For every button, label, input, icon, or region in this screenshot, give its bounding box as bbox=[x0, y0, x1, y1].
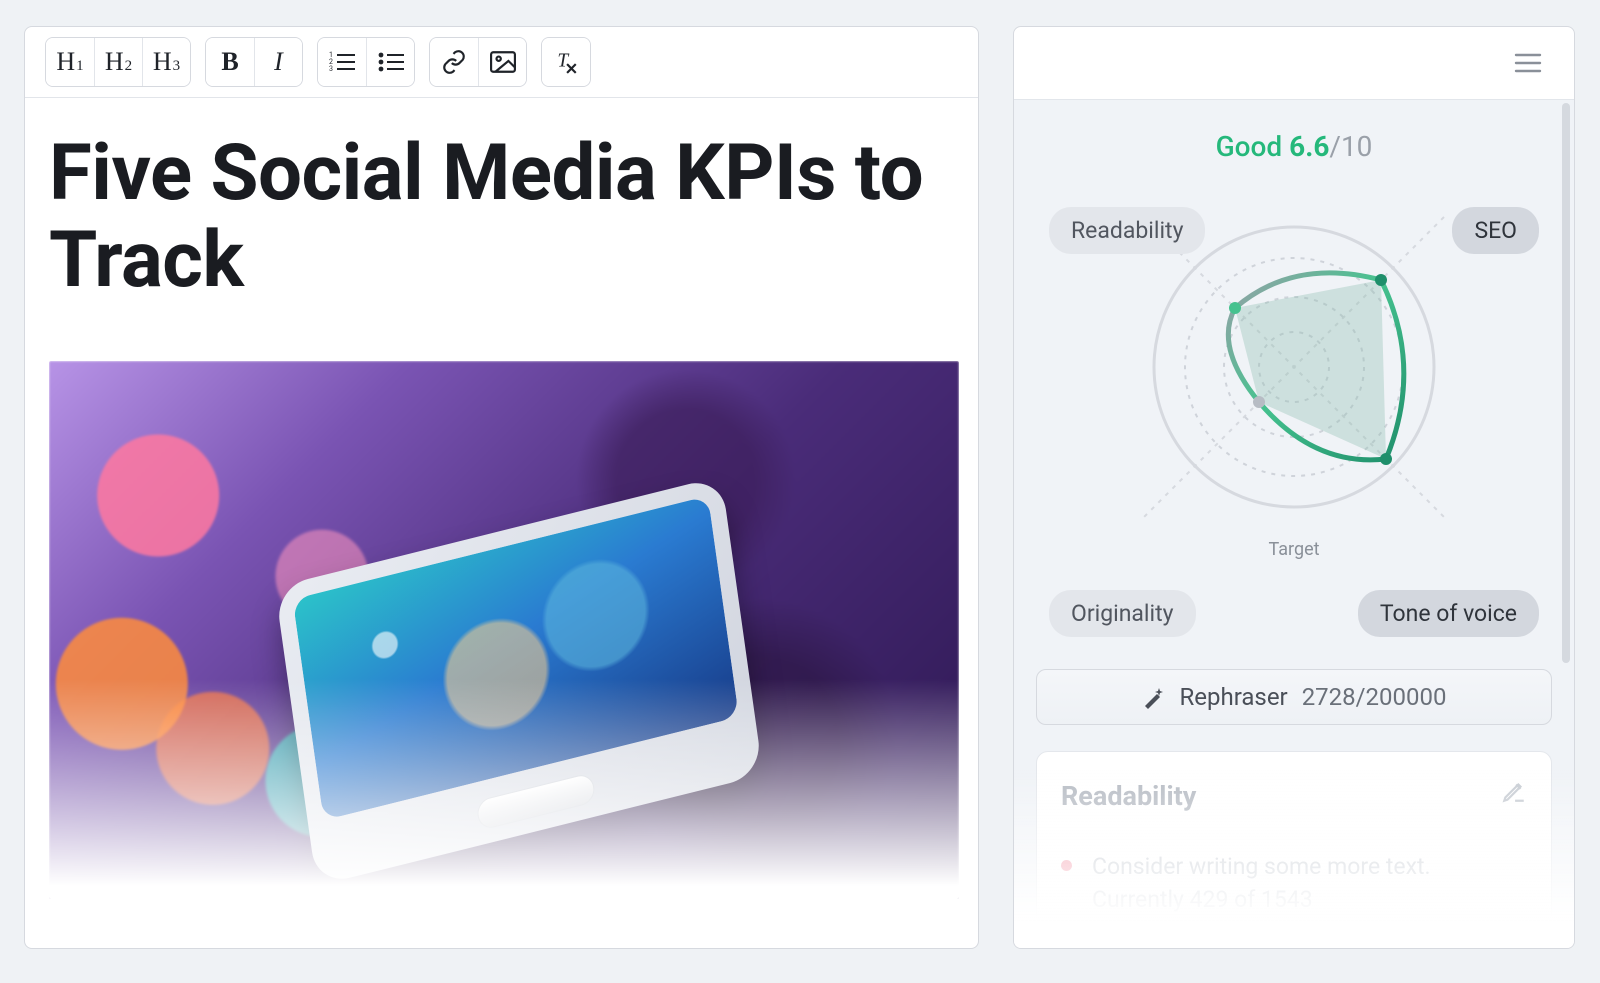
editor-toolbar: H1 H2 H3 B I 1 2 3 bbox=[25, 27, 978, 98]
rephraser-button[interactable]: Rephraser 2728/200000 bbox=[1036, 669, 1552, 725]
rephraser-label: Rephraser bbox=[1180, 683, 1288, 711]
svg-text:3: 3 bbox=[329, 65, 333, 73]
heading-2-button[interactable]: H2 bbox=[94, 38, 142, 86]
score-value: 6.6 bbox=[1289, 130, 1329, 163]
metric-originality-pill[interactable]: Originality bbox=[1049, 590, 1196, 637]
metric-tone-pill[interactable]: Tone of voice bbox=[1358, 590, 1539, 637]
link-icon bbox=[441, 49, 467, 75]
metric-seo-pill[interactable]: SEO bbox=[1452, 207, 1539, 254]
target-label: Target bbox=[1268, 539, 1319, 560]
card-title: Readability bbox=[1061, 780, 1527, 812]
bold-button[interactable]: B bbox=[206, 38, 254, 86]
ordered-list-icon: 1 2 3 bbox=[329, 51, 355, 73]
overall-score: Good 6.6/10 bbox=[1034, 130, 1554, 163]
heading-1-button[interactable]: H1 bbox=[46, 38, 94, 86]
sidebar-menu-button[interactable] bbox=[1508, 43, 1548, 83]
suggestion-text: Consider writing some more text. Current… bbox=[1092, 850, 1527, 917]
readability-card: Readability Consider writing some more t… bbox=[1036, 751, 1552, 948]
unordered-list-button[interactable] bbox=[366, 38, 414, 86]
metric-readability-pill[interactable]: Readability bbox=[1049, 207, 1205, 254]
editor-panel: H1 H2 H3 B I 1 2 3 bbox=[24, 26, 979, 949]
radar-svg bbox=[1134, 207, 1454, 527]
suggestion-item[interactable]: Consider writing some more text. Current… bbox=[1061, 850, 1527, 917]
link-button[interactable] bbox=[430, 38, 478, 86]
sidebar-scrollbar[interactable] bbox=[1562, 103, 1570, 663]
image-icon bbox=[490, 51, 516, 73]
italic-button[interactable]: I bbox=[254, 38, 302, 86]
editor-body[interactable]: Five Social Media KPIs to Track bbox=[25, 98, 978, 948]
score-label: Good bbox=[1216, 130, 1283, 163]
image-button[interactable] bbox=[478, 38, 526, 86]
insights-sidebar: Good 6.6/10 Readability SEO Originality … bbox=[1013, 26, 1575, 949]
score-max: /10 bbox=[1329, 130, 1372, 163]
wand-icon bbox=[1142, 685, 1166, 709]
svg-text:T: T bbox=[557, 50, 569, 71]
unordered-list-icon bbox=[378, 51, 404, 73]
radar-chart: Readability SEO Originality Tone of voic… bbox=[1044, 207, 1544, 637]
heading-3-button[interactable]: H3 bbox=[142, 38, 190, 86]
edit-card-button[interactable] bbox=[1501, 778, 1527, 808]
ordered-list-button[interactable]: 1 2 3 bbox=[318, 38, 366, 86]
rephraser-count: 2728/200000 bbox=[1302, 683, 1447, 711]
bullet-icon bbox=[1061, 860, 1072, 871]
hero-image bbox=[49, 361, 959, 899]
pencil-icon bbox=[1501, 778, 1527, 804]
clear-format-button[interactable]: T bbox=[542, 38, 590, 86]
clear-format-icon: T bbox=[553, 49, 579, 75]
hamburger-icon bbox=[1514, 52, 1542, 74]
article-title[interactable]: Five Social Media KPIs to Track bbox=[49, 130, 954, 305]
